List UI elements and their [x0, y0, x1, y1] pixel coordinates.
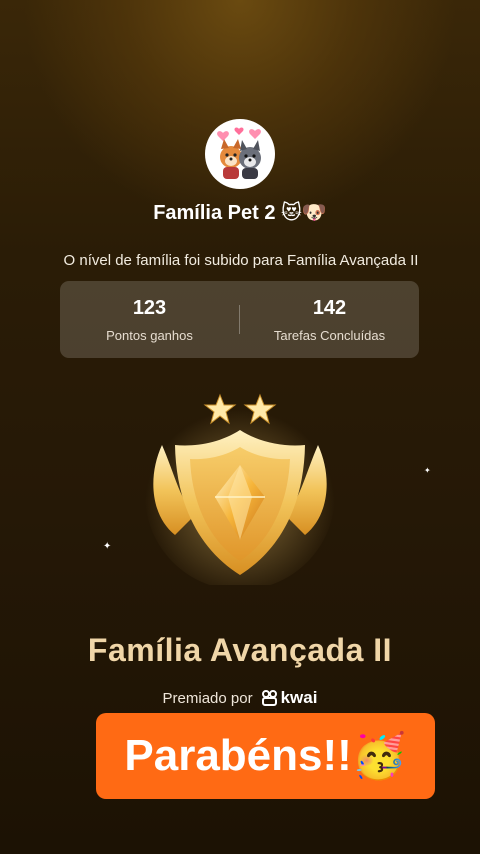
pets-avatar-icon — [217, 127, 261, 179]
level-up-message: O nível de família foi subido para Famíl… — [63, 252, 419, 269]
kwai-brand: kwai — [280, 688, 318, 707]
stat-points-label: Pontos ganhos — [106, 327, 193, 343]
party-face-emoji: 🥳 — [351, 732, 407, 781]
awarded-by: Premiado por kwai — [0, 688, 480, 708]
stat-tasks-label: Tarefas Concluídas — [273, 327, 386, 343]
congrats-banner: Parabéns!! 🥳 — [96, 713, 435, 799]
sparkle-icon: ✦ — [103, 541, 112, 552]
stats-panel: 123 Pontos ganhos 142 Tarefas Concluídas — [60, 281, 419, 358]
awarded-by-prefix: Premiado por — [162, 689, 253, 707]
level-name: Família Avançada II — [87, 632, 393, 668]
shield-badge-icon — [145, 393, 335, 590]
congrats-text: Parabéns!! — [124, 731, 352, 780]
kwai-logo: kwai — [261, 688, 318, 708]
stat-tasks-value: 142 — [312, 296, 347, 319]
family-name-row: Família Pet 2 😻🐶 — [0, 200, 480, 225]
family-avatar[interactable] — [205, 119, 275, 189]
stat-points-value: 123 — [132, 296, 167, 319]
family-name: Família Pet 2 — [153, 202, 276, 224]
family-emojis: 😻🐶 — [281, 202, 327, 224]
stat-points: 123 Pontos ganhos — [60, 281, 239, 358]
stat-tasks: 142 Tarefas Concluídas — [240, 281, 419, 358]
level-badge — [140, 385, 340, 590]
sparkle-icon: ✦ — [424, 466, 431, 475]
kwai-logo-icon — [261, 690, 277, 706]
